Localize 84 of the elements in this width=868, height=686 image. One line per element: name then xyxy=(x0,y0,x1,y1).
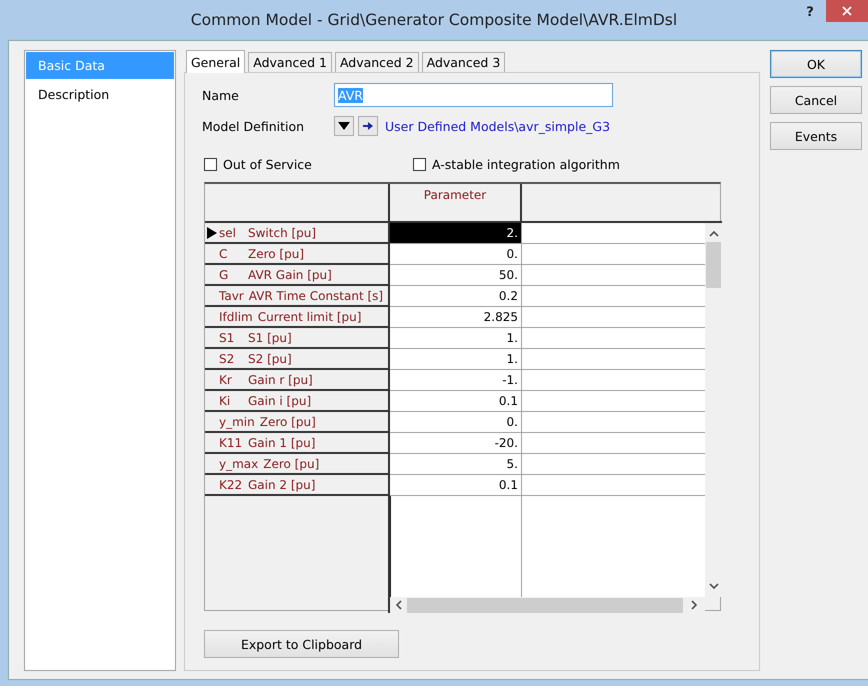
parameter-symbol: S2 xyxy=(219,352,236,366)
value-cell[interactable]: 2. xyxy=(390,223,522,243)
tab[interactable]: General xyxy=(186,50,246,73)
parameter-symbol: Ki xyxy=(219,394,232,408)
parameter-symbol: sel xyxy=(219,226,237,240)
scroll-up-icon[interactable] xyxy=(708,230,718,237)
row-header[interactable]: y_min Zero [pu] xyxy=(205,412,388,433)
arrow-right-icon xyxy=(363,122,373,130)
parameter-description: AVR Gain [pu] xyxy=(248,268,332,282)
dialog-button[interactable]: OK xyxy=(770,50,862,78)
value-cell[interactable]: 0. xyxy=(390,412,522,432)
parameter-symbol: y_max xyxy=(219,456,258,470)
parameter-description: Zero [pu] xyxy=(248,246,304,260)
parameter-description: S2 [pu] xyxy=(248,352,292,366)
value-cell[interactable]: 50. xyxy=(390,265,522,285)
parameter-symbol: K22 xyxy=(219,478,243,492)
value-cell[interactable]: 1. xyxy=(390,349,522,369)
tab[interactable]: Advanced 1 xyxy=(248,52,332,72)
parameter-description: Switch [pu] xyxy=(248,226,316,240)
parameter-symbol: Ifdlim xyxy=(219,310,253,324)
checkbox-label: Out of Service xyxy=(223,156,312,172)
checkbox-label: A-stable integration algorithm xyxy=(432,156,620,172)
scrollbar-thumb[interactable] xyxy=(706,242,721,288)
row-header[interactable]: y_max Zero [pu] xyxy=(205,454,388,475)
parameter-symbol: G xyxy=(219,268,230,282)
dropdown-button[interactable] xyxy=(334,116,354,136)
close-icon xyxy=(842,6,852,16)
close-button[interactable] xyxy=(826,0,868,22)
row-header[interactable]: Tavr AVR Time Constant [s] xyxy=(205,286,388,307)
row-header[interactable]: G AVR Gain [pu] xyxy=(205,265,388,286)
row-header[interactable]: sel Switch [pu] xyxy=(205,223,388,244)
parameter-description: Gain r [pu] xyxy=(248,372,313,386)
value-cell[interactable]: -20. xyxy=(390,433,522,453)
parameter-symbol: Kr xyxy=(219,372,233,386)
scrollbar-thumb[interactable] xyxy=(407,598,683,612)
parameter-description: Zero [pu] xyxy=(263,456,320,470)
column-header: Parameter xyxy=(424,188,486,204)
value-cell[interactable]: 0. xyxy=(390,244,522,264)
row-header[interactable]: S2 S2 [pu] xyxy=(205,349,388,370)
row-header[interactable]: S1 S1 [pu] xyxy=(205,328,388,349)
field-label: Name xyxy=(202,88,240,102)
row-header[interactable]: K11 Gain 1 [pu] xyxy=(205,433,388,454)
parameter-symbol: K11 xyxy=(219,436,243,450)
row-header[interactable]: Kr Gain r [pu] xyxy=(205,370,388,391)
checkbox[interactable] xyxy=(204,158,217,170)
parameter-symbol: C xyxy=(219,246,228,260)
scroll-right-icon[interactable] xyxy=(691,600,698,610)
sidebar-item[interactable]: Description xyxy=(26,81,174,108)
dialog-button[interactable]: Events xyxy=(770,122,862,150)
row-pointer-icon xyxy=(207,227,217,239)
window-title: Common Model - Grid\Generator Composite Model\AVR.ElmDsl xyxy=(190,11,678,29)
tab[interactable]: Advanced 2 xyxy=(334,52,419,72)
parameter-symbol: Tavr xyxy=(219,288,244,302)
model-link[interactable]: User Defined Models\avr_simple_G3 xyxy=(385,118,610,134)
checkbox[interactable] xyxy=(413,158,426,170)
row-header[interactable]: K22 Gain 2 [pu] xyxy=(205,475,388,496)
parameter-description: Gain 1 [pu] xyxy=(248,436,316,450)
parameter-symbol: y_min xyxy=(219,414,255,428)
parameter-description: Zero [pu] xyxy=(260,414,316,428)
value-cell[interactable]: 0.1 xyxy=(390,475,522,495)
parameter-description: S1 [pu] xyxy=(248,330,292,344)
row-header[interactable]: C Zero [pu] xyxy=(205,244,388,265)
help-button[interactable]: ? xyxy=(800,2,820,22)
value-cell[interactable]: 5. xyxy=(390,454,522,474)
value-cell[interactable]: 0.2 xyxy=(390,286,522,306)
value-cell[interactable]: 1. xyxy=(390,328,522,348)
row-header[interactable]: Ki Gain i [pu] xyxy=(205,391,388,412)
parameter-description: Current limit [pu] xyxy=(258,310,362,324)
export-button[interactable]: Export to Clipboard xyxy=(204,630,399,658)
tab[interactable]: Advanced 3 xyxy=(422,52,506,72)
scroll-down-icon[interactable] xyxy=(708,583,718,590)
value-cell[interactable]: 2.825 xyxy=(390,307,522,327)
row-header[interactable]: Ifdlim Current limit [pu] xyxy=(205,307,388,328)
parameter-description: Gain 2 [pu] xyxy=(248,478,316,492)
value-cell[interactable]: 0.1 xyxy=(390,391,522,411)
field-label: Model Definition xyxy=(202,118,306,134)
value-cell[interactable]: -1. xyxy=(390,370,522,390)
parameter-symbol: S1 xyxy=(219,330,236,344)
jump-button[interactable] xyxy=(358,116,378,136)
parameter-description: AVR Time Constant [s] xyxy=(248,288,384,302)
triangle-down-icon xyxy=(338,122,350,130)
parameter-description: Gain i [pu] xyxy=(248,394,312,408)
scroll-left-icon[interactable] xyxy=(395,600,402,610)
dialog-button[interactable]: Cancel xyxy=(770,86,862,114)
